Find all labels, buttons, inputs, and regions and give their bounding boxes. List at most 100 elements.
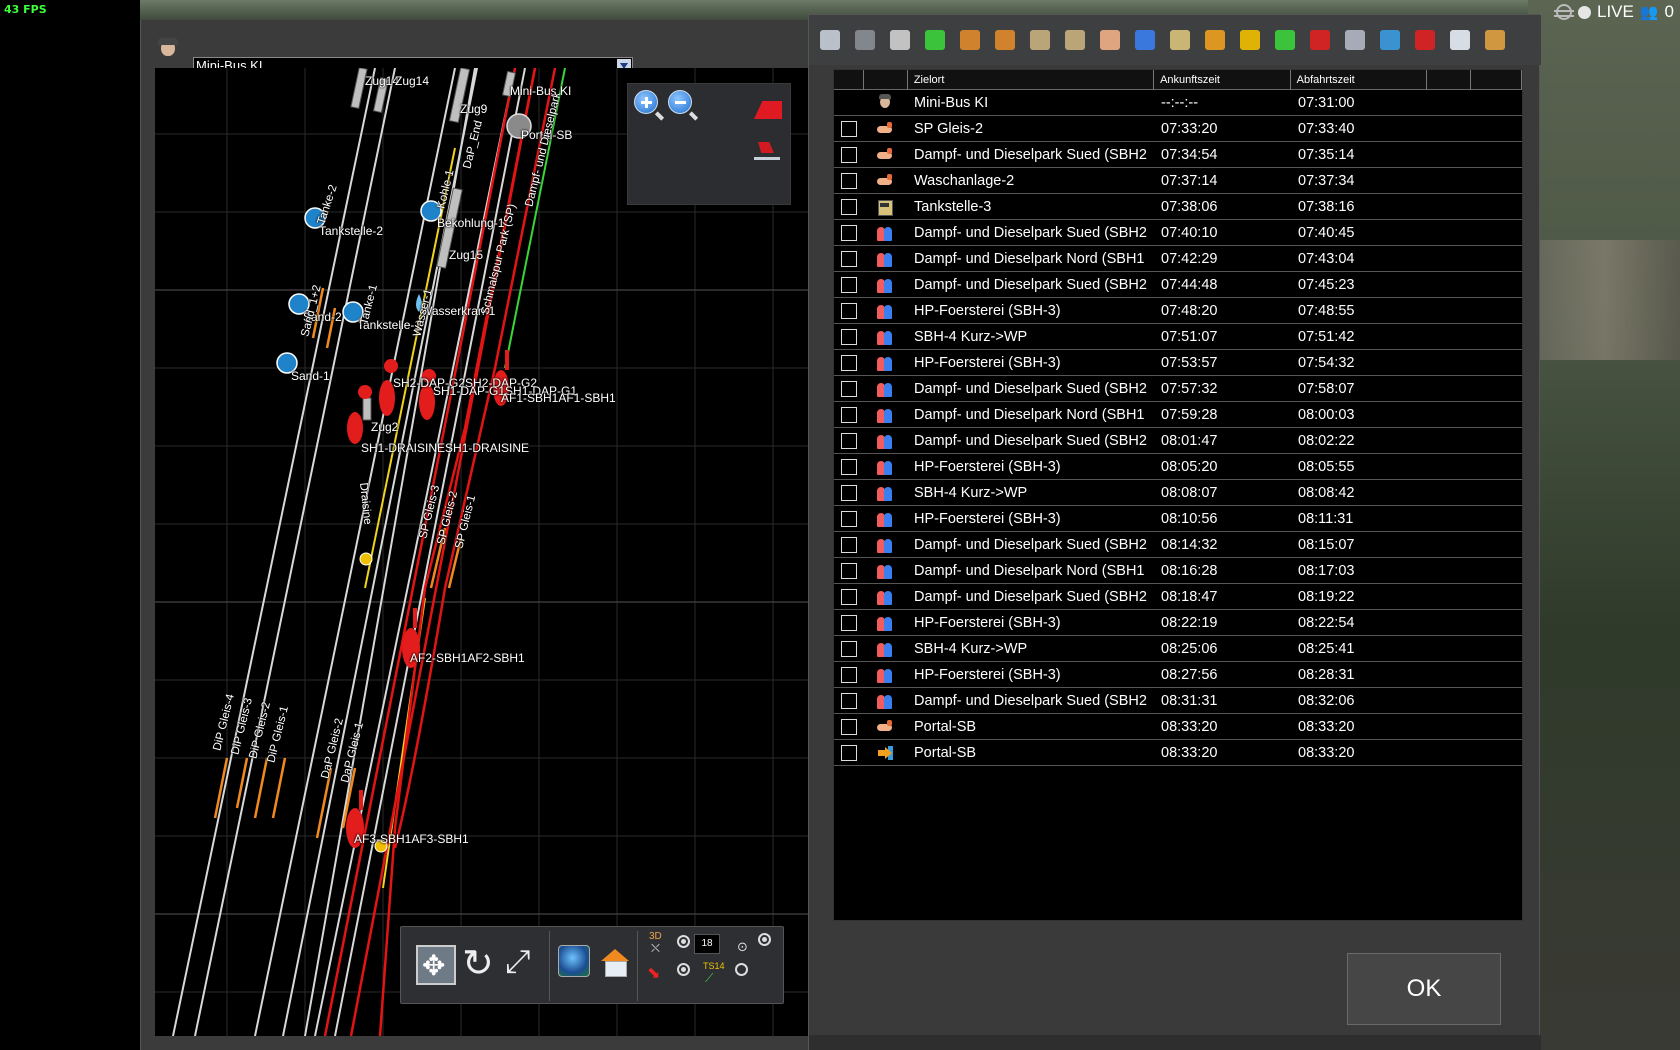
table-row[interactable]: HP-Foersterei (SBH-3) 07:48:20 07:48:55 [834,298,1522,324]
map-label-af3[interactable]: AF3-SBH1AF3-SBH1 [354,832,469,846]
lock-radio[interactable] [758,933,771,946]
table-row[interactable]: HP-Foersterei (SBH-3) 08:05:20 08:05:55 [834,454,1522,480]
row-checkbox[interactable] [841,536,857,553]
row-checkbox[interactable] [841,562,857,579]
header-ankunft[interactable]: Ankunftszeit [1154,70,1291,90]
map-label-sh1-draisine[interactable]: SH1-DRAISINESH1-DRAISINE [361,441,529,455]
table-row[interactable]: Dampf- und Dieselpark Sued (SBH2 08:31:31… [834,688,1522,714]
row-checkbox[interactable] [841,380,857,397]
row-checkbox[interactable] [841,718,857,735]
table-row[interactable]: Dampf- und Dieselpark Sued (SBH2 08:18:47… [834,584,1522,610]
move-down-icon[interactable] [990,25,1020,55]
view-mode-icon[interactable] [754,138,780,160]
table-row[interactable]: HP-Foersterei (SBH-3) 08:22:19 08:22:54 [834,610,1522,636]
row-checkbox[interactable] [841,640,857,657]
camera-3d-icon[interactable]: ⛌ [651,941,660,956]
row-checkbox[interactable] [841,120,857,137]
delete-red-icon[interactable] [1305,25,1335,55]
table-row[interactable]: HP-Foersterei (SBH-3) 07:53:57 07:54:32 [834,350,1522,376]
table-row[interactable]: Dampf- und Dieselpark Sued (SBH2 08:01:47… [834,428,1522,454]
globe-icon[interactable] [558,945,590,977]
map-label-bekohlung[interactable]: Bekohlung-1 [437,216,504,230]
zoom-in-icon[interactable] [634,90,665,121]
passengers-icon[interactable] [1130,25,1160,55]
table-row[interactable]: SBH-4 Kurz->WP 07:51:07 07:51:42 [834,324,1522,350]
hand-icon[interactable] [1095,25,1125,55]
signal-radio[interactable] [677,963,690,976]
map-label-zug15[interactable]: Zug15 [449,248,483,262]
map-label-af1[interactable]: AF1-SBH1AF1-SBH1 [501,391,616,405]
table-row[interactable]: SBH-4 Kurz->WP 08:25:06 08:25:41 [834,636,1522,662]
rotate-icon[interactable] [459,941,499,986]
map-label-sand1[interactable]: Sand-1 [291,369,330,383]
camera-3d-radio[interactable] [677,935,690,948]
timetable-table[interactable]: Zielort Ankunftszeit Abfahrtszeit Mini-B… [833,69,1523,921]
map-label-zug14b[interactable]: Zug14 [395,74,429,88]
fit-map-icon[interactable] [416,945,456,985]
ts-icon[interactable]: ⟋ [705,971,713,986]
row-checkbox[interactable] [841,458,857,475]
row-checkbox[interactable] [841,692,857,709]
bug-icon[interactable] [1553,4,1574,20]
table-row[interactable]: SBH-4 Kurz->WP 08:08:07 08:08:42 [834,480,1522,506]
table-row[interactable]: Dampf- und Dieselpark Nord (SBH1 07:42:29… [834,246,1522,272]
row-checkbox[interactable] [841,354,857,371]
row-checkbox[interactable] [841,224,857,241]
row-checkbox[interactable] [841,276,857,293]
table-row[interactable]: Portal-SB 08:33:20 08:33:20 [834,714,1522,740]
settings-icon[interactable] [1340,25,1370,55]
row-checkbox[interactable] [841,510,857,527]
table-row[interactable]: Tankstelle-3 07:38:06 07:38:16 [834,194,1522,220]
row-checkbox[interactable] [841,172,857,189]
header-abfahrt[interactable]: Abfahrtszeit [1291,70,1428,90]
track-map[interactable]: Zug14 Zug14 Mini-Bus KI Zug9 Portal-SB T… [155,68,811,1036]
ruler-icon[interactable] [1445,25,1475,55]
ok-button[interactable]: OK [1347,953,1501,1025]
add-yellow-icon[interactable] [1235,25,1265,55]
junction-dot[interactable] [359,552,373,566]
save-icon[interactable] [815,25,845,55]
ts-radio[interactable] [735,963,748,976]
grid-green-icon[interactable] [920,25,950,55]
move-right-icon[interactable] [1060,25,1090,55]
flag-icon[interactable] [1410,25,1440,55]
row-checkbox[interactable] [841,588,857,605]
row-checkbox[interactable] [841,666,857,683]
row-checkbox[interactable] [841,250,857,267]
speed-value[interactable]: 18 [694,934,720,954]
row-checkbox[interactable] [841,406,857,423]
table-row[interactable]: Waschanlage-2 07:37:14 07:37:34 [834,168,1522,194]
multi-grid-icon[interactable] [1200,25,1230,55]
move-up-icon[interactable] [955,25,985,55]
table-row[interactable]: Dampf- und Dieselpark Sued (SBH2 07:34:54… [834,142,1522,168]
zoom-out-icon[interactable] [668,90,699,121]
station-markers[interactable] [276,113,532,374]
table-row[interactable]: HP-Foersterei (SBH-3) 08:10:56 08:11:31 [834,506,1522,532]
map-label-zug2[interactable]: Zug2 [371,420,398,434]
map-label-zug14[interactable]: Zug14 [365,74,399,88]
table-row[interactable]: HP-Foersterei (SBH-3) 08:27:56 08:28:31 [834,662,1522,688]
row-checkbox[interactable] [841,302,857,319]
table-row[interactable]: Dampf- und Dieselpark Nord (SBH1 07:59:28… [834,402,1522,428]
home-icon[interactable] [595,945,635,985]
move-left-icon[interactable] [1025,25,1055,55]
add-green-icon[interactable] [1270,25,1300,55]
lock-icon[interactable]: ⊙ [737,939,748,955]
trash-icon[interactable] [850,25,880,55]
table-row[interactable]: Dampf- und Dieselpark Sued (SBH2 08:14:32… [834,532,1522,558]
row-checkbox[interactable] [841,198,857,215]
row-checkbox[interactable] [841,146,857,163]
fuel-icon[interactable] [1165,25,1195,55]
map-label-tankstelle2[interactable]: Tankstelle-2 [319,224,383,238]
map-label-af2[interactable]: AF2-SBH1AF2-SBH1 [410,651,525,665]
table-row[interactable]: Portal-SB 08:33:20 08:33:20 [834,740,1522,766]
portal-icon[interactable] [1375,25,1405,55]
table-row[interactable]: Mini-Bus KI --:--:-- 07:31:00 [834,90,1522,116]
table-row[interactable]: Dampf- und Dieselpark Sued (SBH2 07:44:48… [834,272,1522,298]
table-row[interactable]: Dampf- und Dieselpark Sued (SBH2 07:57:32… [834,376,1522,402]
table-row[interactable]: SP Gleis-2 07:33:20 07:33:40 [834,116,1522,142]
table-row[interactable]: Dampf- und Dieselpark Nord (SBH1 08:16:28… [834,558,1522,584]
row-checkbox[interactable] [841,484,857,501]
eraser-icon[interactable] [754,101,782,119]
map-label-zug9[interactable]: Zug9 [460,102,487,116]
